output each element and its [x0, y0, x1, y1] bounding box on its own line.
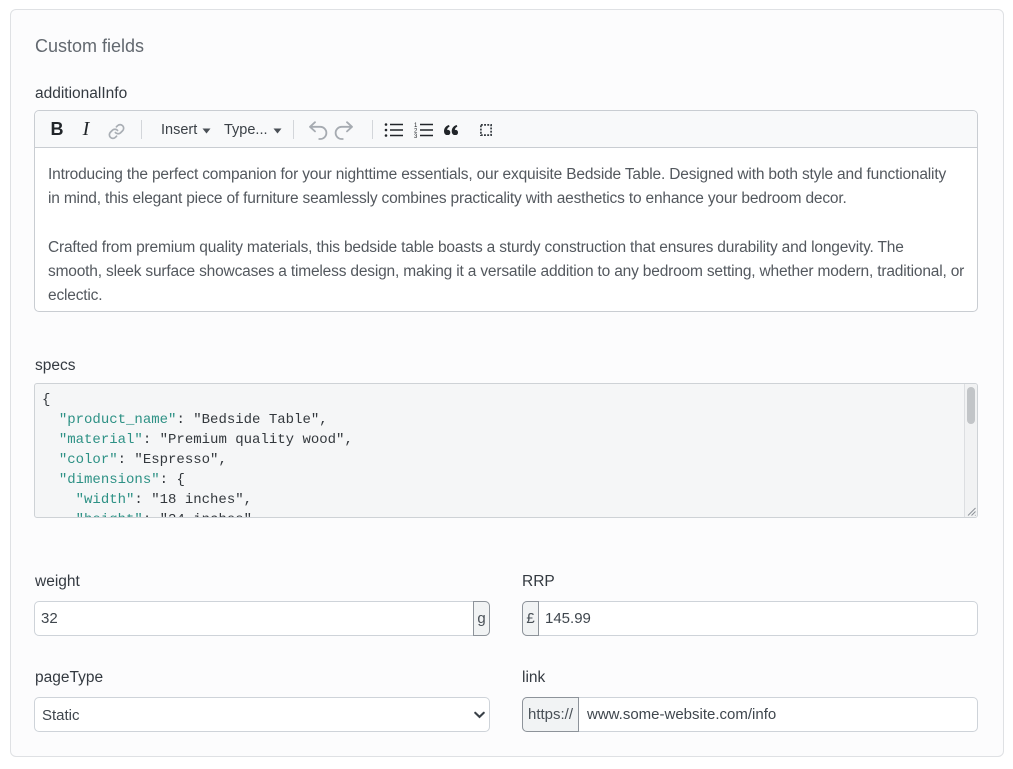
svg-text:3: 3: [414, 133, 418, 137]
